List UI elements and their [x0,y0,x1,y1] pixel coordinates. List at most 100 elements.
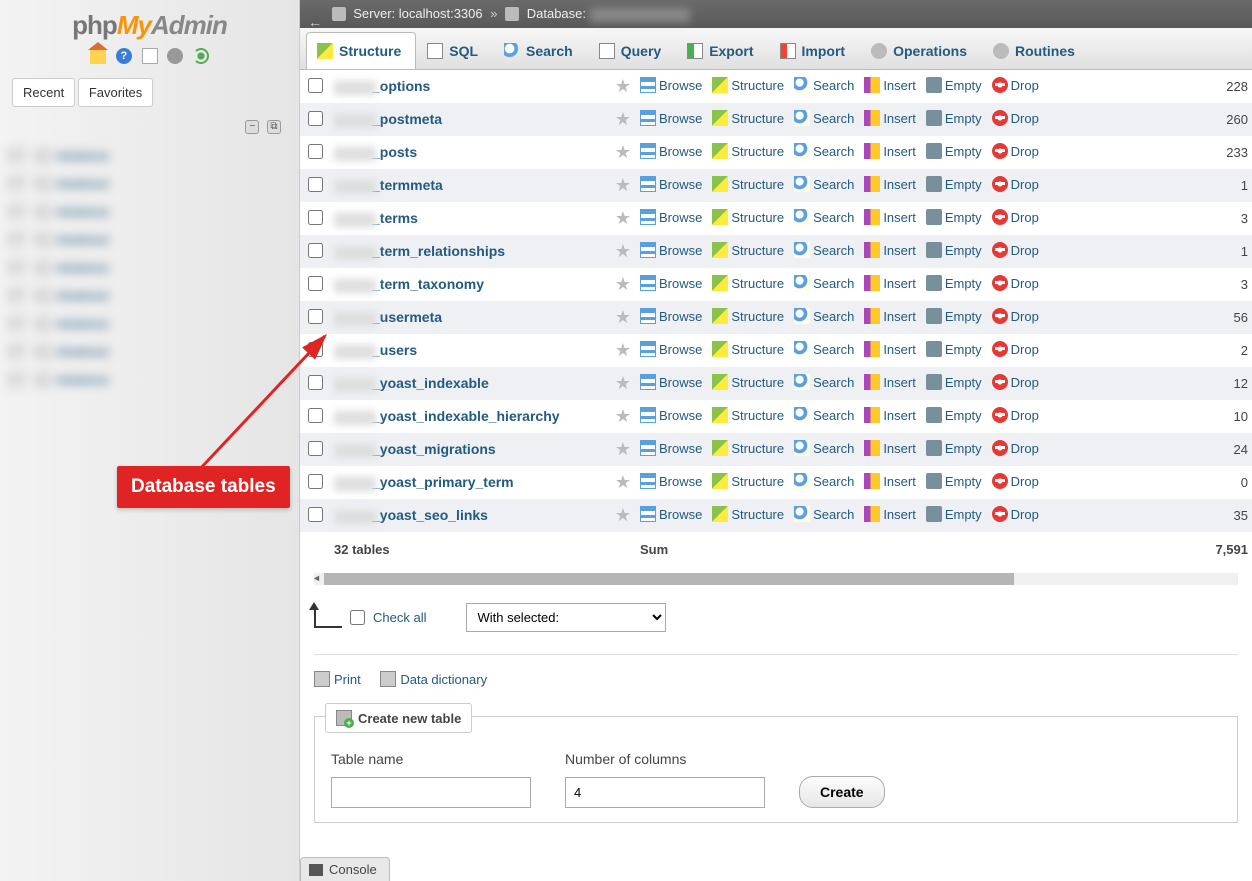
tab-routines[interactable]: Routines [982,32,1090,69]
favorite-star-icon[interactable]: ★ [610,499,636,532]
search-link[interactable]: Search [794,506,854,522]
tree-db-item[interactable]: +database [8,366,291,394]
empty-link[interactable]: Empty [926,506,982,522]
tab-import[interactable]: Import [769,32,861,69]
drop-link[interactable]: Drop [992,440,1039,456]
browse-link[interactable]: Browse [640,242,702,258]
structure-link[interactable]: Structure [712,143,784,159]
tab-structure[interactable]: Structure [306,32,416,69]
favorite-star-icon[interactable]: ★ [610,400,636,433]
back-icon[interactable]: ← [308,8,322,22]
insert-link[interactable]: Insert [864,275,916,291]
insert-link[interactable]: Insert [864,209,916,225]
tab-sql[interactable]: SQL [416,32,493,69]
recent-button[interactable]: Recent [12,78,75,107]
empty-link[interactable]: Empty [926,176,982,192]
empty-link[interactable]: Empty [926,308,982,324]
structure-link[interactable]: Structure [712,275,784,291]
search-link[interactable]: Search [794,209,854,225]
tree-db-item[interactable]: +database [8,198,291,226]
favorite-star-icon[interactable]: ★ [610,235,636,268]
row-checkbox[interactable] [308,342,323,357]
row-checkbox[interactable] [308,309,323,324]
num-columns-input[interactable] [565,777,765,808]
empty-link[interactable]: Empty [926,440,982,456]
favorite-star-icon[interactable]: ★ [610,268,636,301]
tab-query[interactable]: Query [588,32,676,69]
empty-link[interactable]: Empty [926,407,982,423]
browse-link[interactable]: Browse [640,374,702,390]
help-icon[interactable] [116,48,132,64]
empty-link[interactable]: Empty [926,374,982,390]
drop-link[interactable]: Drop [992,242,1039,258]
browse-link[interactable]: Browse [640,473,702,489]
search-link[interactable]: Search [794,407,854,423]
create-button[interactable]: Create [799,776,885,808]
empty-link[interactable]: Empty [926,209,982,225]
check-all-label[interactable]: Check all [373,610,426,625]
drop-link[interactable]: Drop [992,407,1039,423]
table-name-link[interactable]: _yoast_primary_term [372,474,514,490]
tree-db-item[interactable]: +database [8,170,291,198]
structure-link[interactable]: Structure [712,242,784,258]
structure-link[interactable]: Structure [712,506,784,522]
expand-icon[interactable]: + [8,317,22,331]
table-name-link[interactable]: _yoast_migrations [372,441,496,457]
row-checkbox[interactable] [308,276,323,291]
empty-link[interactable]: Empty [926,143,982,159]
insert-link[interactable]: Insert [864,341,916,357]
settings-icon[interactable] [167,48,183,64]
empty-link[interactable]: Empty [926,275,982,291]
empty-link[interactable]: Empty [926,110,982,126]
scroll-left-icon[interactable]: ◄ [312,573,321,583]
insert-link[interactable]: Insert [864,374,916,390]
tree-db-item[interactable]: +database [8,338,291,366]
browse-link[interactable]: Browse [640,275,702,291]
search-link[interactable]: Search [794,308,854,324]
empty-link[interactable]: Empty [926,341,982,357]
structure-link[interactable]: Structure [712,374,784,390]
favorite-star-icon[interactable]: ★ [610,433,636,466]
insert-link[interactable]: Insert [864,506,916,522]
structure-link[interactable]: Structure [712,407,784,423]
row-checkbox[interactable] [308,111,323,126]
print-link[interactable]: Print [314,671,361,687]
browse-link[interactable]: Browse [640,143,702,159]
row-checkbox[interactable] [308,408,323,423]
tab-search[interactable]: Search [493,32,588,69]
table-name-link[interactable]: _yoast_indexable [372,375,489,391]
search-link[interactable]: Search [794,143,854,159]
row-checkbox[interactable] [308,177,323,192]
insert-link[interactable]: Insert [864,110,916,126]
drop-link[interactable]: Drop [992,506,1039,522]
favorite-star-icon[interactable]: ★ [610,70,636,103]
row-checkbox[interactable] [308,474,323,489]
row-checkbox[interactable] [308,144,323,159]
expand-icon[interactable]: + [8,149,22,163]
search-link[interactable]: Search [794,242,854,258]
table-name-link[interactable]: _usermeta [372,309,442,325]
browse-link[interactable]: Browse [640,407,702,423]
search-link[interactable]: Search [794,374,854,390]
table-name-link[interactable]: _term_relationships [372,243,505,259]
search-link[interactable]: Search [794,440,854,456]
browse-link[interactable]: Browse [640,308,702,324]
expand-icon[interactable]: + [8,373,22,387]
row-checkbox[interactable] [308,441,323,456]
favorite-star-icon[interactable]: ★ [610,466,636,499]
favorite-star-icon[interactable]: ★ [610,169,636,202]
favorite-star-icon[interactable]: ★ [610,367,636,400]
favorite-star-icon[interactable]: ★ [610,136,636,169]
structure-link[interactable]: Structure [712,77,784,93]
tree-db-item[interactable]: +database [8,282,291,310]
tree-db-item[interactable]: +database [8,226,291,254]
insert-link[interactable]: Insert [864,77,916,93]
horizontal-scrollbar[interactable]: ◄ [314,573,1238,585]
search-link[interactable]: Search [794,77,854,93]
browse-link[interactable]: Browse [640,440,702,456]
drop-link[interactable]: Drop [992,308,1039,324]
table-name-link[interactable]: _users [372,342,417,358]
favorite-star-icon[interactable]: ★ [610,202,636,235]
tab-export[interactable]: Export [676,32,768,69]
browse-link[interactable]: Browse [640,341,702,357]
